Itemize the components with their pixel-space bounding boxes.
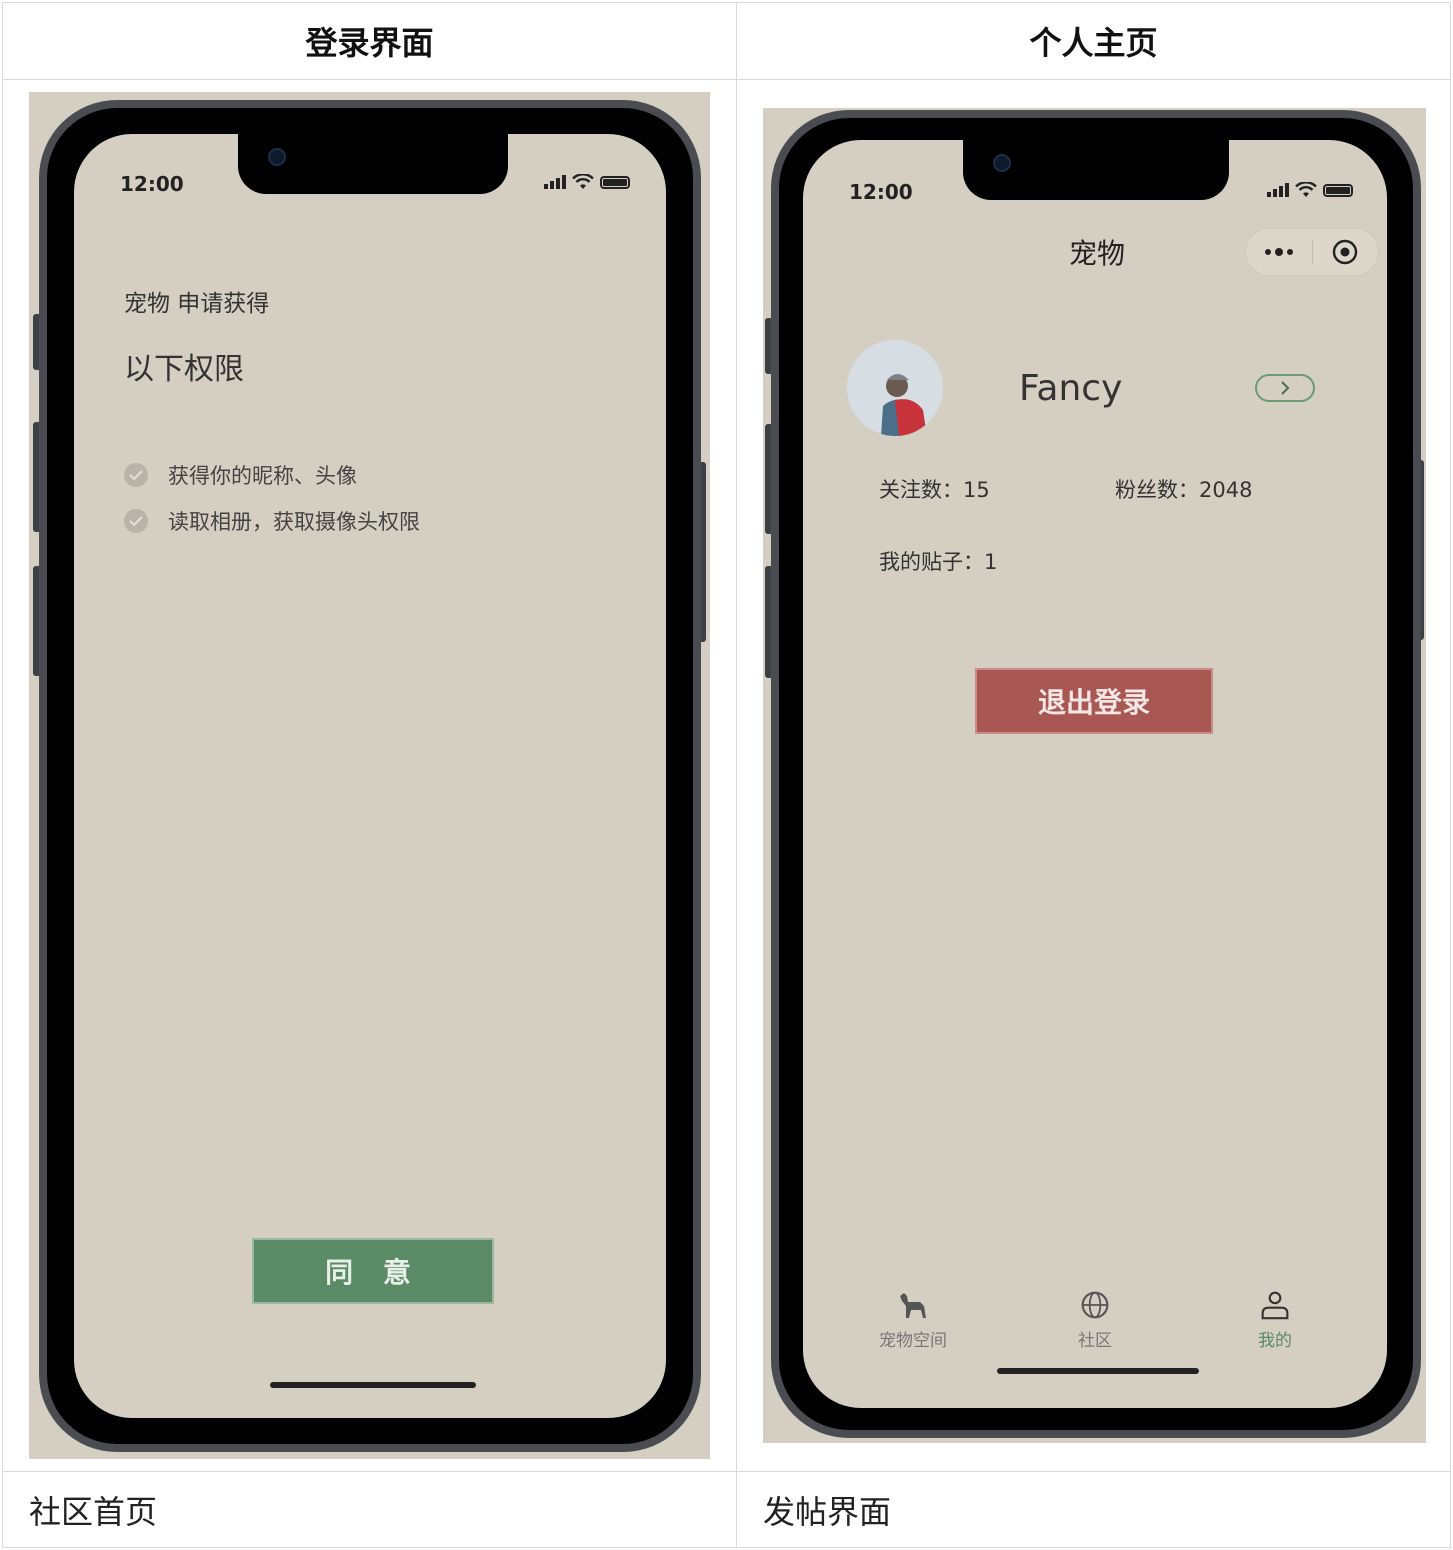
phone-screen: 12:00 宠物 申请获得 以下权限 获得你的昵称、头像 读取相册，获取摄像头权…	[74, 134, 666, 1418]
close-target-icon[interactable]	[1313, 239, 1377, 265]
phone-frame: 12:00 宠物 申请获得 以下权限 获得你的昵称、头像 读取相册，获取摄像头权…	[39, 100, 701, 1452]
user-icon	[1261, 1291, 1289, 1320]
permission-item-label: 获得你的昵称、头像	[168, 464, 357, 488]
avatar-photo-icon	[847, 340, 943, 436]
check-circle-icon	[124, 463, 148, 487]
agree-button[interactable]: 同 意	[252, 1238, 494, 1304]
header-profile: 个人主页	[736, 2, 1451, 80]
globe-icon	[1081, 1291, 1109, 1319]
tab-community[interactable]: 社区	[1035, 1290, 1155, 1351]
login-screenshot: 12:00 宠物 申请获得 以下权限 获得你的昵称、头像 读取相册，获取摄像头权…	[29, 92, 710, 1459]
permission-title-line1: 宠物 申请获得	[124, 291, 270, 317]
dog-icon	[900, 1293, 926, 1318]
check-circle-icon	[124, 509, 148, 533]
footer-community: 社区首页	[2, 1471, 737, 1548]
permission-item-label: 读取相册，获取摄像头权限	[168, 510, 420, 534]
nav-title: 宠物	[1069, 237, 1126, 270]
chevron-right-icon	[1281, 381, 1290, 395]
front-camera	[268, 148, 286, 166]
permission-item: 读取相册，获取摄像头权限	[124, 506, 420, 536]
phone-frame: 12:00 宠物 Fancy 关注数：15 粉丝数：2048 我的贴子：1 退出…	[771, 110, 1421, 1438]
more-icon[interactable]	[1246, 248, 1312, 256]
tab-pet-space[interactable]: 宠物空间	[853, 1290, 973, 1351]
wifi-icon	[1295, 182, 1317, 197]
posts-count[interactable]: 我的贴子：1	[879, 546, 997, 576]
front-camera	[993, 154, 1011, 172]
wifi-icon	[572, 174, 594, 189]
header-profile-label: 个人主页	[1029, 24, 1158, 62]
phone-screen: 12:00 宠物 Fancy 关注数：15 粉丝数：2048 我的贴子：1 退出…	[803, 140, 1387, 1408]
footer-post-label: 发帖界面	[763, 1492, 892, 1531]
notch	[963, 140, 1229, 200]
miniprogram-capsule	[1245, 228, 1379, 276]
profile-screenshot: 12:00 宠物 Fancy 关注数：15 粉丝数：2048 我的贴子：1 退出…	[763, 108, 1426, 1443]
phone-bezel: 12:00 宠物 申请获得 以下权限 获得你的昵称、头像 读取相册，获取摄像头权…	[47, 108, 693, 1444]
profile-detail-button[interactable]	[1255, 374, 1315, 402]
followers-count[interactable]: 粉丝数：2048	[1115, 474, 1252, 504]
battery-icon	[1323, 183, 1353, 197]
footer-post: 发帖界面	[736, 1471, 1451, 1548]
status-time: 12:00	[120, 172, 184, 196]
phone-bezel: 12:00 宠物 Fancy 关注数：15 粉丝数：2048 我的贴子：1 退出…	[779, 118, 1413, 1430]
permission-item: 获得你的昵称、头像	[124, 460, 357, 490]
status-icons	[1267, 182, 1353, 198]
tab-community-label: 社区	[1078, 1331, 1112, 1351]
header-login: 登录界面	[2, 2, 737, 80]
signal-icon	[544, 175, 566, 189]
tab-mine[interactable]: 我的	[1215, 1290, 1335, 1351]
battery-icon	[600, 175, 630, 189]
header-login-label: 登录界面	[305, 24, 434, 62]
footer-community-label: 社区首页	[29, 1492, 158, 1531]
permission-title-line2: 以下权限	[124, 352, 244, 387]
home-indicator	[270, 1382, 476, 1388]
tab-mine-label: 我的	[1258, 1331, 1292, 1351]
home-indicator	[997, 1368, 1199, 1374]
tab-pet-space-label: 宠物空间	[879, 1331, 947, 1351]
logout-button[interactable]: 退出登录	[975, 668, 1213, 734]
signal-icon	[1267, 183, 1289, 197]
following-count[interactable]: 关注数：15	[879, 474, 990, 504]
status-time: 12:00	[849, 180, 913, 204]
avatar[interactable]	[847, 340, 943, 436]
status-icons	[544, 174, 630, 190]
notch	[238, 134, 508, 194]
username: Fancy	[1019, 368, 1123, 409]
